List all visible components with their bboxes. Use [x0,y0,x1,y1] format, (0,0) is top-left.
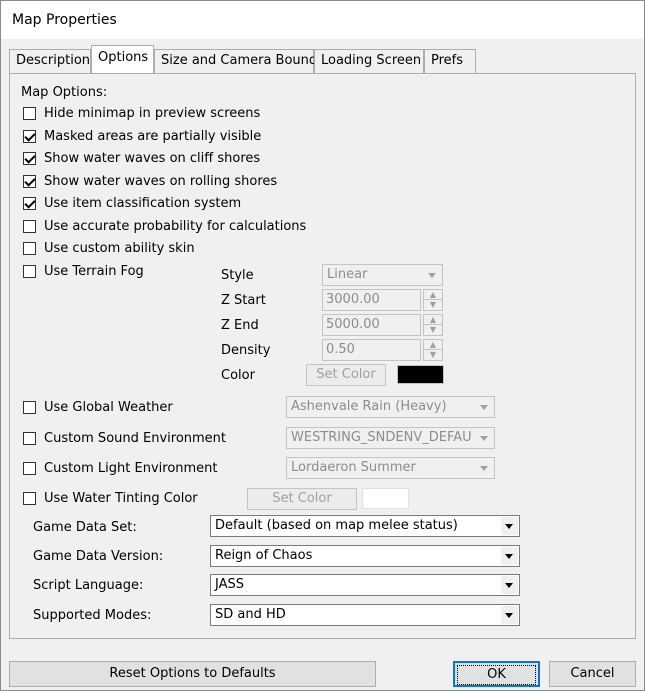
fog-color-swatch [397,365,444,384]
water-waves-cliff-label[interactable]: Show water waves on cliff shores [44,151,260,166]
fog-density-spinner[interactable]: ▲ ▼ [423,339,443,361]
light-environment-checkbox[interactable] [23,462,36,475]
game-data-set-value: Default (based on map melee status) [215,518,458,533]
custom-ability-skin-checkbox[interactable] [23,242,36,255]
script-language-select[interactable]: JASS [210,574,520,596]
masked-areas-checkbox[interactable] [23,130,36,143]
terrain-fog-checkbox[interactable] [23,265,36,278]
script-language-label: Script Language: [33,578,144,593]
fog-zstart-input[interactable]: 3000.00 [322,289,421,311]
chevron-down-icon [424,266,441,284]
fog-zend-spinner[interactable]: ▲ ▼ [423,314,443,336]
ok-label: OK [457,665,536,685]
options-panel: Map Options: Hide minimap in preview scr… [9,73,636,639]
tab-size-camera-bounds-label: Size and Camera Bounds [161,53,324,68]
spin-down-icon[interactable]: ▼ [424,350,442,360]
reset-options-button[interactable]: Reset Options to Defaults [9,661,376,687]
water-set-color-button[interactable]: Set Color [247,488,357,510]
spin-up-icon[interactable]: ▲ [424,340,442,350]
tab-options[interactable]: Options [91,45,154,73]
script-language-value: JASS [215,577,245,592]
chevron-down-icon [501,547,518,565]
terrain-fog-label[interactable]: Use Terrain Fog [44,264,144,279]
spin-up-icon[interactable]: ▲ [424,290,442,300]
game-data-version-label: Game Data Version: [33,549,164,564]
light-environment-value: Lordaeron Summer [291,460,416,475]
fog-density-input[interactable]: 0.50 [322,339,421,361]
global-weather-checkbox[interactable] [23,401,36,414]
fog-zend-label: Z End [221,318,259,333]
fog-set-color-button[interactable]: Set Color [306,364,386,386]
fog-color-label: Color [221,368,255,383]
fog-zend-value: 5000.00 [326,317,380,332]
accurate-probability-label[interactable]: Use accurate probability for calculation… [44,219,306,234]
supported-modes-label: Supported Modes: [33,608,152,623]
chevron-down-icon [476,429,493,447]
custom-ability-skin-label[interactable]: Use custom ability skin [44,241,195,256]
reset-options-label: Reset Options to Defaults [109,666,276,681]
sound-environment-value: WESTRING_SNDENV_DEFAU [291,430,472,445]
tab-prefs[interactable]: Prefs [424,49,476,73]
ok-button[interactable]: OK [453,661,540,687]
water-waves-rolling-checkbox[interactable] [23,175,36,188]
game-data-version-select[interactable]: Reign of Chaos [210,545,520,567]
water-set-color-label: Set Color [272,491,332,506]
chevron-down-icon [476,398,493,416]
sound-environment-select[interactable]: WESTRING_SNDENV_DEFAU [286,427,495,449]
tab-loading-screen[interactable]: Loading Screen [314,49,424,73]
tab-loading-screen-label: Loading Screen [321,53,422,68]
chevron-down-icon [476,459,493,477]
masked-areas-label[interactable]: Masked areas are partially visible [44,129,261,144]
light-environment-select[interactable]: Lordaeron Summer [286,457,495,479]
fog-style-select[interactable]: Linear [322,264,443,286]
hide-minimap-checkbox[interactable] [23,107,36,120]
game-data-version-value: Reign of Chaos [215,548,313,563]
fog-zend-input[interactable]: 5000.00 [322,314,421,336]
sound-environment-label[interactable]: Custom Sound Environment [44,431,226,446]
map-properties-dialog: Map Properties Description Options Size … [0,0,645,691]
item-classification-checkbox[interactable] [23,197,36,210]
item-classification-label[interactable]: Use item classification system [44,196,241,211]
supported-modes-value: SD and HD [215,607,286,622]
fog-density-label: Density [221,343,271,358]
global-weather-value: Ashenvale Rain (Heavy) [291,399,447,414]
title-bar[interactable]: Map Properties [1,1,644,39]
map-options-heading: Map Options: [21,85,108,100]
tab-description[interactable]: Description [9,49,91,73]
fog-style-label: Style [221,268,254,283]
fog-zstart-label: Z Start [221,293,266,308]
fog-style-value: Linear [327,267,368,282]
cancel-button[interactable]: Cancel [549,661,636,687]
spin-down-icon[interactable]: ▼ [424,300,442,310]
cancel-label: Cancel [570,666,615,681]
fog-density-value: 0.50 [326,342,355,357]
game-data-set-select[interactable]: Default (based on map melee status) [210,515,520,537]
water-waves-rolling-label[interactable]: Show water waves on rolling shores [44,174,277,189]
fog-zstart-spinner[interactable]: ▲ ▼ [423,289,443,311]
tab-options-label: Options [98,50,149,65]
fog-zstart-value: 3000.00 [326,292,380,307]
accurate-probability-checkbox[interactable] [23,220,36,233]
spin-down-icon[interactable]: ▼ [424,325,442,335]
spin-up-icon[interactable]: ▲ [424,315,442,325]
global-weather-label[interactable]: Use Global Weather [44,400,173,415]
tab-description-label: Description [16,53,91,68]
water-waves-cliff-checkbox[interactable] [23,152,36,165]
tab-size-camera-bounds[interactable]: Size and Camera Bounds [154,49,324,73]
supported-modes-select[interactable]: SD and HD [210,604,520,626]
hide-minimap-label[interactable]: Hide minimap in preview screens [44,106,260,121]
game-data-set-label: Game Data Set: [33,520,137,535]
sound-environment-checkbox[interactable] [23,432,36,445]
light-environment-label[interactable]: Custom Light Environment [44,461,218,476]
tab-prefs-label: Prefs [431,53,464,68]
window-title: Map Properties [12,12,117,28]
fog-set-color-label: Set Color [316,367,376,382]
global-weather-select[interactable]: Ashenvale Rain (Heavy) [286,396,495,418]
water-tinting-checkbox[interactable] [23,492,36,505]
chevron-down-icon [501,606,518,624]
chevron-down-icon [501,517,518,535]
water-tinting-label[interactable]: Use Water Tinting Color [44,491,198,506]
water-color-swatch [362,488,409,509]
chevron-down-icon [501,576,518,594]
